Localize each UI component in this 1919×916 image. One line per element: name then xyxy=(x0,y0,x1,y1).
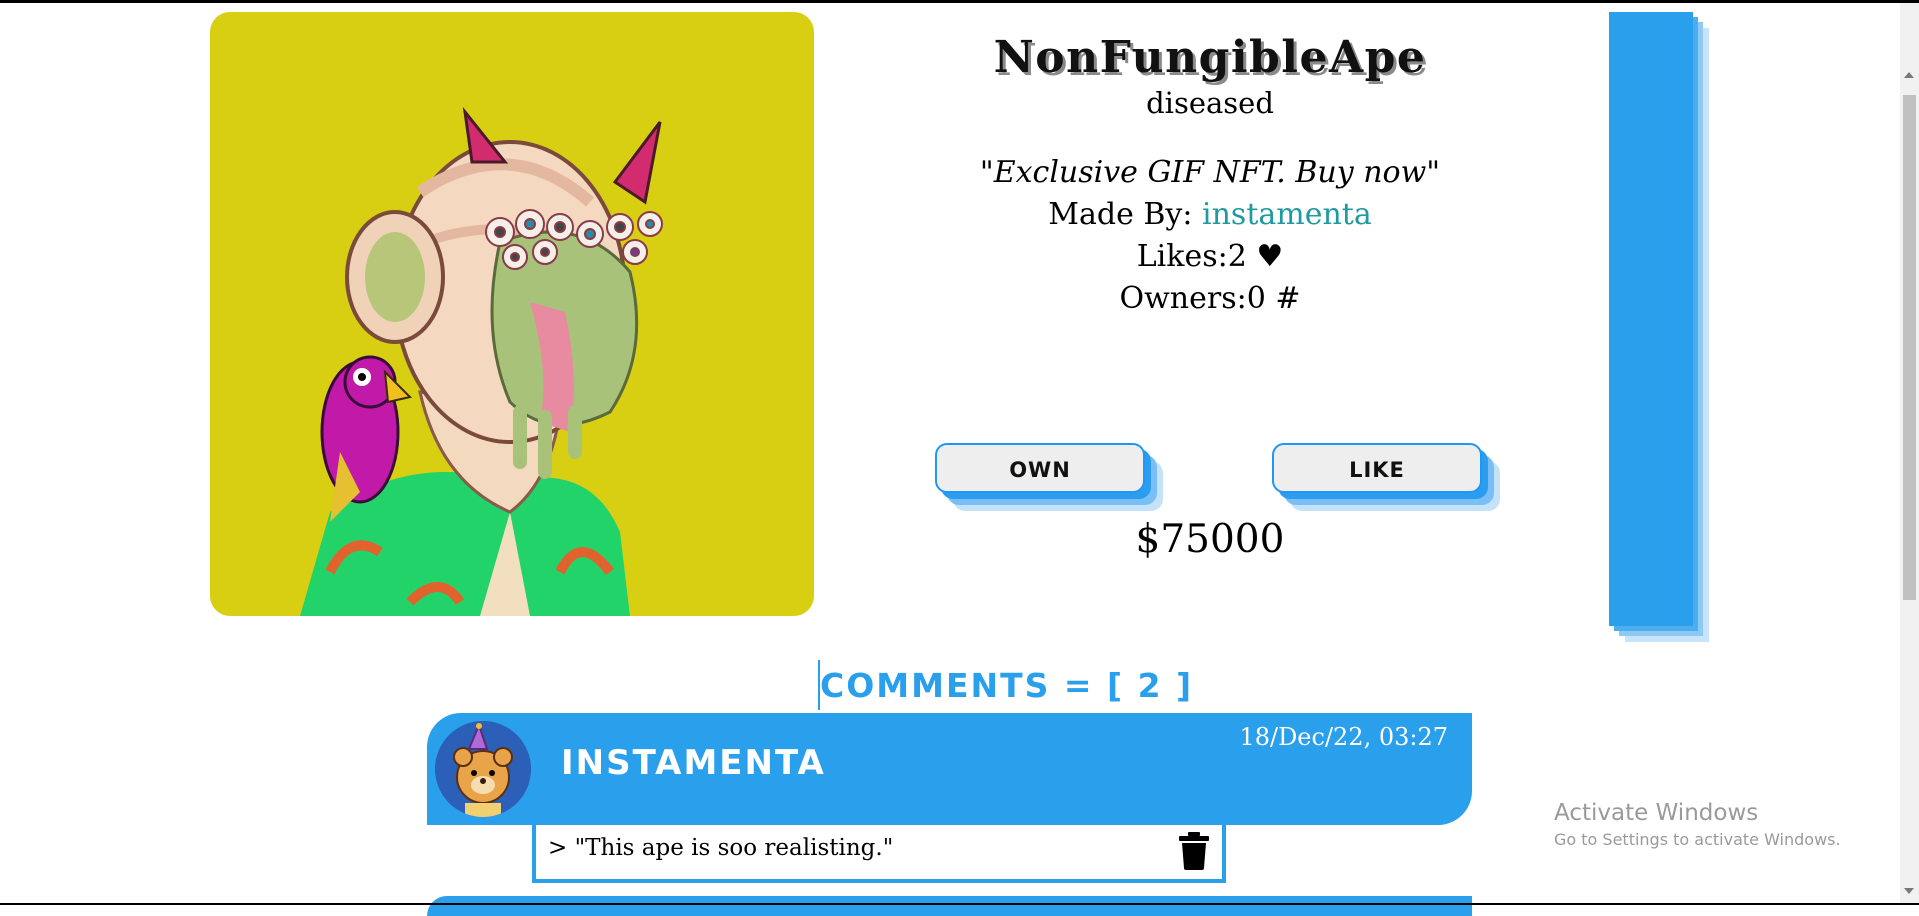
nft-info: NonFungibleApe diseased "Exclusive GIF N… xyxy=(900,28,1520,320)
top-border xyxy=(0,0,1919,3)
nft-category: diseased xyxy=(1146,86,1274,120)
ape-nft-image xyxy=(210,12,814,616)
owners-count: Owners:0 # xyxy=(1119,281,1301,316)
windows-activation-watermark: Activate Windows Go to Settings to activ… xyxy=(1554,798,1841,852)
comments-heading: COMMENTS = [ 2 ] xyxy=(818,660,1193,710)
nft-price: $75000 xyxy=(1135,517,1285,562)
side-panel xyxy=(1609,12,1693,626)
comment-header: INSTAMENTA 18/Dec/22, 03:27 xyxy=(427,713,1472,825)
like-button[interactable]: LIKE xyxy=(1272,443,1482,493)
watermark-subtitle: Go to Settings to activate Windows. xyxy=(1554,830,1841,849)
own-button[interactable]: OWN xyxy=(935,443,1145,493)
next-comment-header xyxy=(427,896,1472,916)
likes-count: Likes:2 ♥ xyxy=(1136,239,1284,274)
scroll-down-icon[interactable] xyxy=(1904,888,1914,894)
nft-title: NonFungibleApe xyxy=(993,32,1427,83)
made-by: Made By: instamenta xyxy=(900,194,1520,236)
trash-icon[interactable] xyxy=(1178,832,1210,870)
nft-description: "Exclusive GIF NFT. Buy now" xyxy=(979,155,1441,190)
scroll-up-icon[interactable] xyxy=(1904,72,1914,78)
comment-date: 18/Dec/22, 03:27 xyxy=(1239,723,1448,751)
scrollbar-thumb[interactable] xyxy=(1903,95,1916,600)
comment-text: > "This ape is soo realisting." xyxy=(548,835,894,861)
nft-image xyxy=(210,12,814,616)
comment-username[interactable]: INSTAMENTA xyxy=(561,743,826,783)
maker-link[interactable]: instamenta xyxy=(1202,197,1372,232)
bear-avatar-icon[interactable] xyxy=(435,721,531,817)
comment-body: > "This ape is soo realisting." xyxy=(532,825,1226,883)
watermark-title: Activate Windows xyxy=(1554,800,1759,826)
made-by-label: Made By: xyxy=(1048,197,1203,232)
